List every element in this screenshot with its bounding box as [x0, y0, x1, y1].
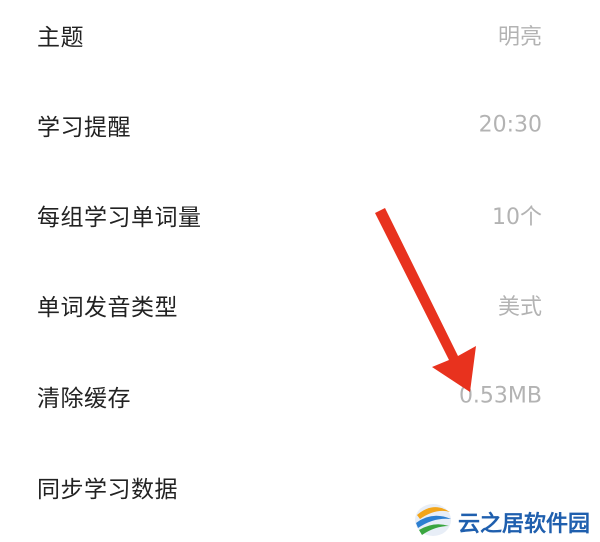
setting-label-sync-data: 同步学习数据 — [37, 477, 178, 503]
setting-row-pronunciation-type[interactable]: 单词发音类型 美式 — [0, 260, 600, 350]
setting-label-words-per-group: 每组学习单词量 — [37, 205, 202, 231]
yunzhiju-logo-icon — [415, 504, 451, 536]
setting-row-words-per-group[interactable]: 每组学习单词量 10个 — [0, 170, 600, 260]
setting-value-pronunciation-type: 美式 — [497, 295, 542, 320]
setting-label-clear-cache: 清除缓存 — [37, 386, 131, 412]
setting-row-theme[interactable]: 主题 明亮 — [0, 0, 600, 80]
setting-row-study-reminder[interactable]: 学习提醒 20:30 — [0, 80, 600, 170]
settings-list: 主题 明亮 学习提醒 20:30 每组学习单词量 10个 单词发音类型 美式 清… — [0, 0, 600, 542]
setting-label-study-reminder: 学习提醒 — [37, 115, 131, 141]
setting-value-study-reminder: 20:30 — [478, 112, 542, 138]
setting-row-clear-cache[interactable]: 清除缓存 0.53MB — [0, 351, 600, 441]
watermark: 云之居软件园 — [404, 496, 600, 542]
setting-value-theme: 明亮 — [497, 25, 542, 50]
setting-label-pronunciation-type: 单词发音类型 — [37, 295, 178, 321]
setting-value-clear-cache: 0.53MB — [458, 383, 542, 409]
watermark-text: 云之居软件园 — [458, 512, 591, 537]
setting-label-theme: 主题 — [37, 25, 84, 51]
setting-value-words-per-group: 10个 — [492, 205, 542, 230]
